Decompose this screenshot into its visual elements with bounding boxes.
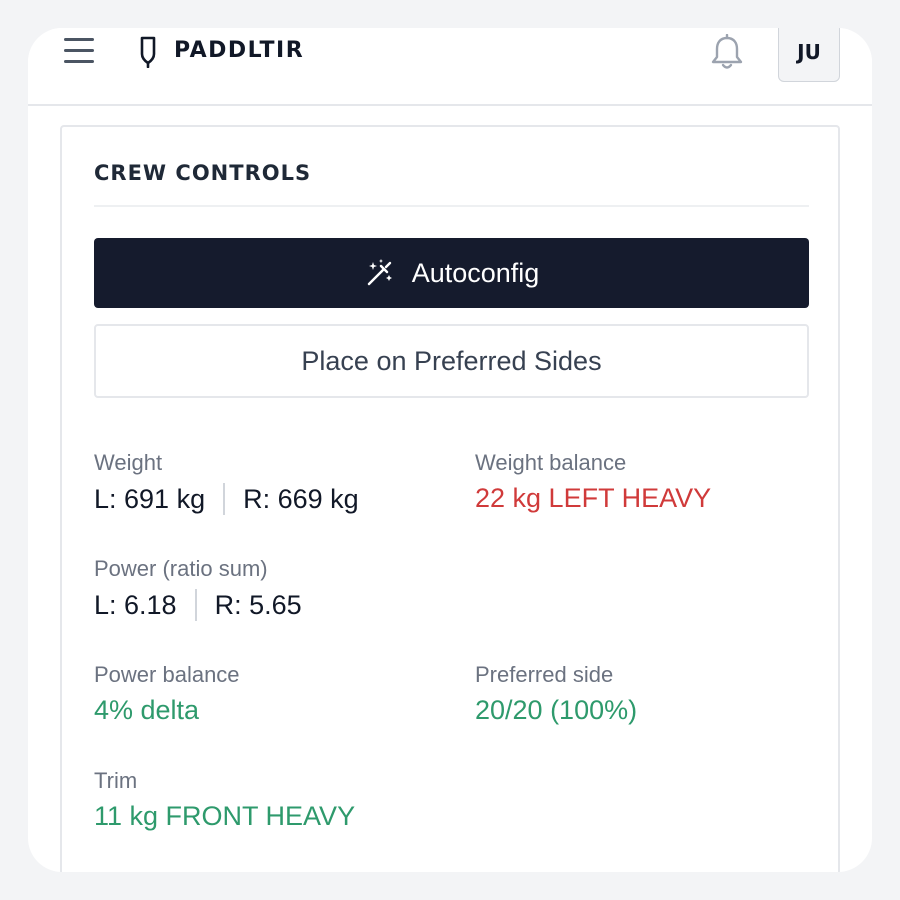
preferred-sides-label: Place on Preferred Sides (301, 345, 602, 376)
brand-name: PADDLTIR (174, 38, 305, 63)
trim-value: 11 kg FRONT HEAVY (94, 801, 356, 831)
crew-controls-card: CREW CONTROLS Autoconfig Place on Prefer… (60, 125, 840, 872)
divider (94, 205, 809, 207)
preferred-side-label: Preferred side (475, 662, 614, 687)
weight-right: R: 669 kg (243, 483, 359, 514)
top-bar: PADDLTIR JU (28, 28, 872, 106)
weight-value: L: 691 kg R: 669 kg (94, 483, 359, 515)
power-balance-label: Power balance (94, 662, 240, 687)
app-frame: PADDLTIR JU CREW CONTROLS Autoconfig Pla… (28, 28, 872, 872)
avatar[interactable]: JU (778, 28, 840, 82)
weight-label: Weight (94, 450, 163, 475)
card-title: CREW CONTROLS (94, 161, 312, 185)
bell-icon[interactable] (710, 34, 744, 72)
power-label: Power (ratio sum) (94, 556, 268, 581)
power-value: L: 6.18 R: 5.65 (94, 589, 302, 621)
magic-wand-icon (367, 259, 392, 286)
separator (223, 483, 226, 515)
power-balance-value: 4% delta (94, 695, 200, 725)
autoconfig-button[interactable]: Autoconfig (94, 238, 809, 308)
power-right: R: 5.65 (214, 589, 302, 620)
place-on-preferred-sides-button[interactable]: Place on Preferred Sides (94, 324, 809, 398)
weight-left: L: 691 kg (94, 483, 206, 514)
paddle-logo-icon (140, 36, 156, 68)
trim-label: Trim (94, 768, 138, 793)
weight-balance-label: Weight balance (475, 450, 627, 475)
menu-icon[interactable] (64, 38, 96, 66)
weight-balance-value: 22 kg LEFT HEAVY (475, 483, 712, 513)
power-left: L: 6.18 (94, 589, 177, 620)
separator (194, 589, 197, 621)
preferred-side-value: 20/20 (100%) (475, 695, 638, 725)
autoconfig-label: Autoconfig (411, 257, 540, 288)
